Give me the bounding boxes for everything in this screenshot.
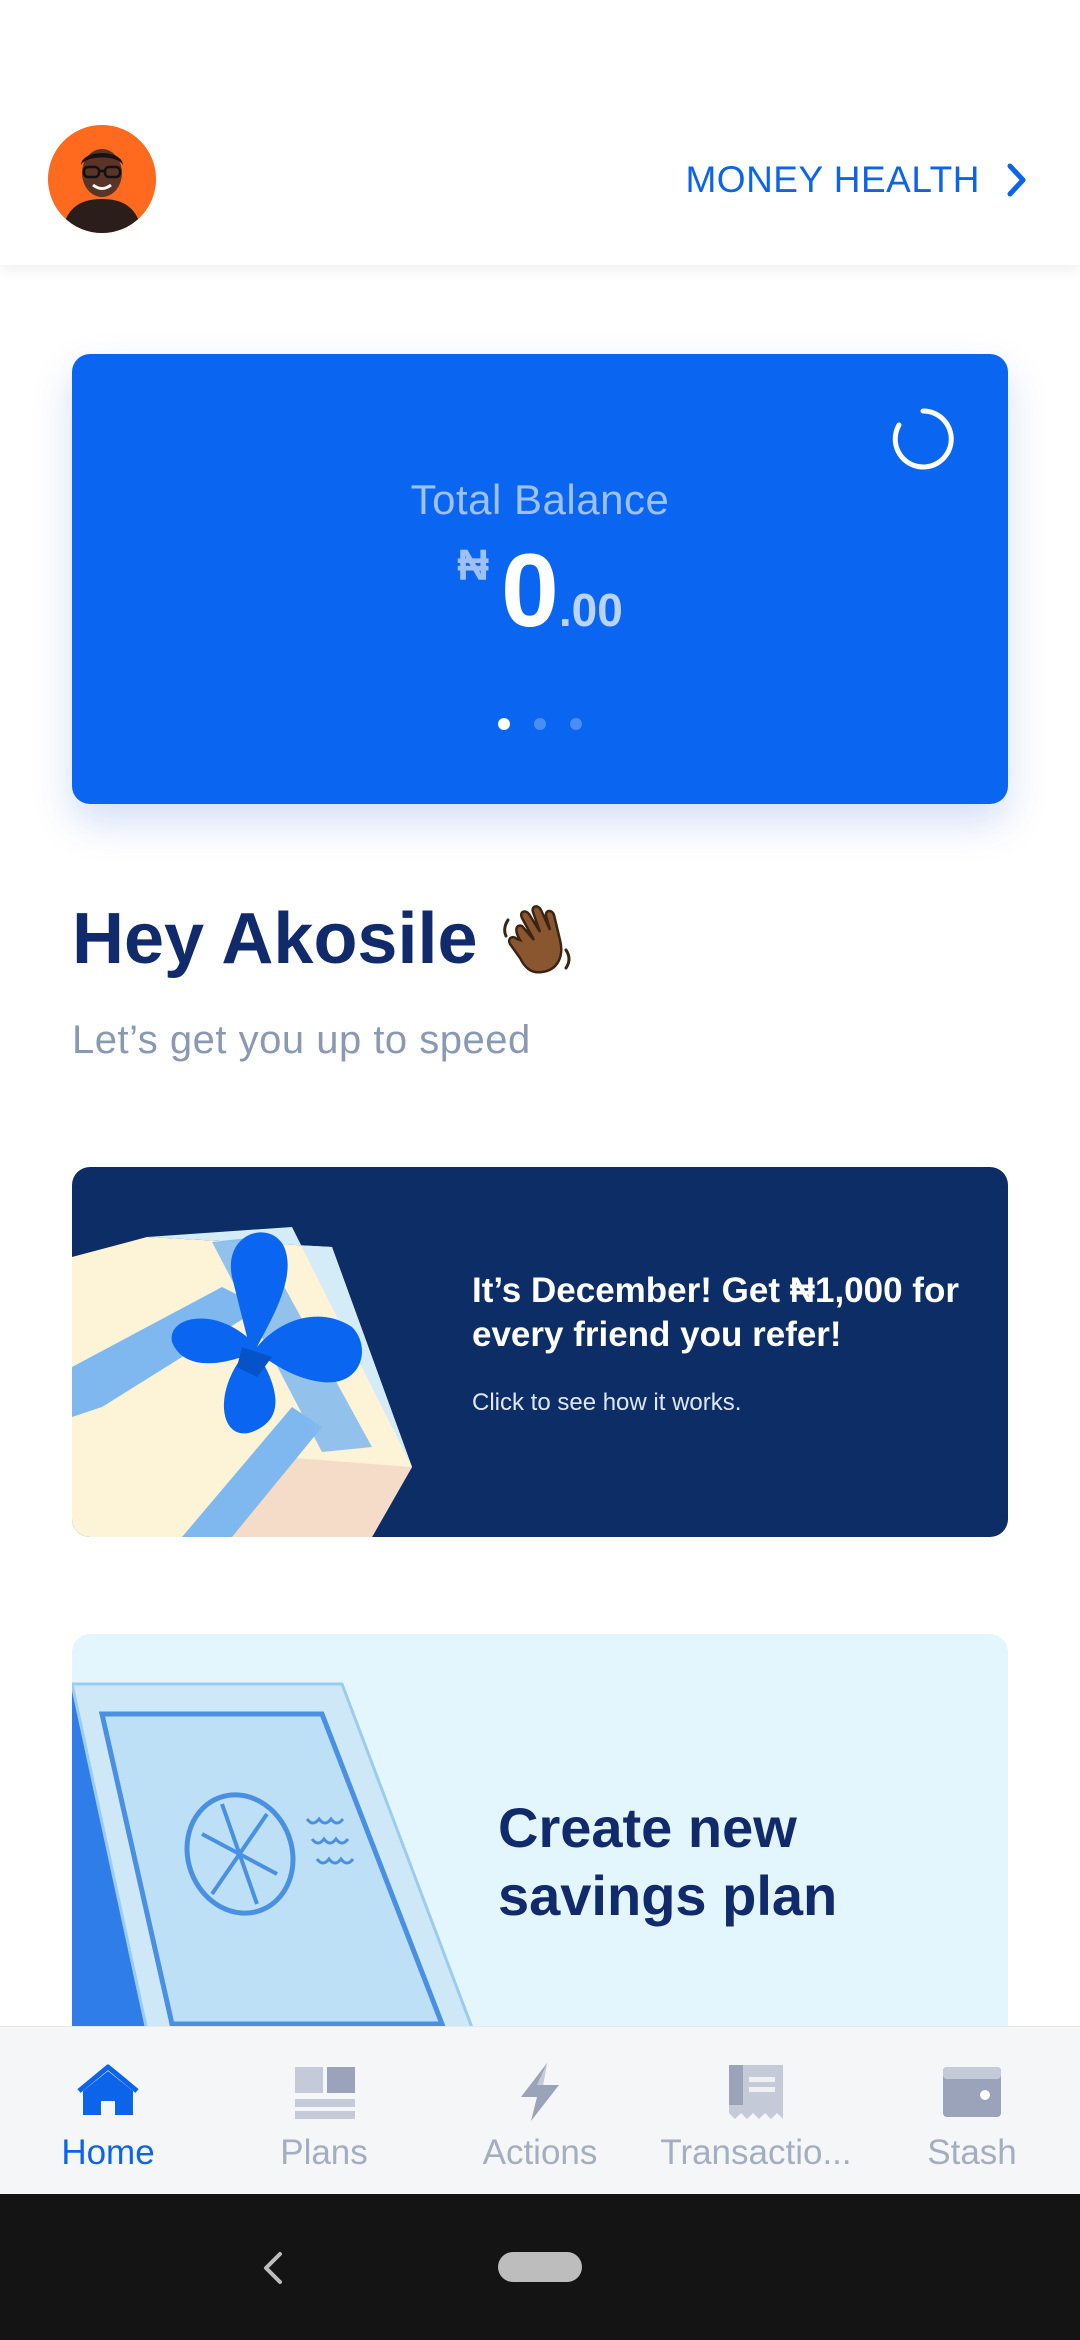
greeting-title: Hey Akosile (72, 899, 478, 979)
vault-illustration (72, 1682, 484, 2054)
pager-dot[interactable] (570, 718, 582, 730)
card-pager (72, 718, 1008, 730)
chevron-right-icon (1007, 163, 1026, 197)
money-health-link[interactable]: MONEY HEALTH (685, 155, 1028, 205)
nav-item-stash[interactable]: Stash (864, 2027, 1080, 2194)
create-savings-card[interactable]: Create new savings plan (72, 1634, 1008, 2054)
greeting-subtitle: Let’s get you up to speed (72, 1018, 531, 1062)
plans-icon (295, 2067, 355, 2119)
balance-label: Total Balance (410, 476, 670, 523)
home-icon (77, 2064, 139, 2115)
pager-dot[interactable] (534, 718, 546, 730)
nav-label: Transactio... (660, 2133, 852, 2172)
balance-amount: ₦ 0.00 (72, 532, 1008, 651)
avatar[interactable] (48, 125, 156, 233)
loading-spinner-icon (892, 408, 954, 470)
nav-item-plans[interactable]: Plans (216, 2027, 432, 2194)
greeting: Hey Akosile (72, 898, 578, 980)
receipt-icon (729, 2065, 783, 2119)
referral-title: It’s December! Get ₦1,000 for every frie… (472, 1271, 959, 1354)
balance-decimal: .00 (558, 584, 623, 636)
money-health-label: MONEY HEALTH (685, 159, 980, 200)
referral-subtitle: Click to see how it works. (472, 1389, 742, 1416)
avatar-image (48, 125, 156, 233)
nav-label: Actions (482, 2133, 598, 2172)
waving-hand-icon (502, 905, 571, 974)
home-screen: MONEY HEALTH Total Balance ₦ 0.00 Hey Ako… (0, 0, 1080, 2340)
nav-label: Plans (280, 2133, 368, 2172)
bottom-nav: Home Plans Actions Transactio... Stash (0, 2026, 1080, 2194)
system-nav-bar (0, 2194, 1080, 2340)
pager-dot[interactable] (498, 718, 510, 730)
top-header: MONEY HEALTH (0, 0, 1080, 265)
nav-label: Stash (927, 2133, 1017, 2172)
referral-banner[interactable]: It’s December! Get ₦1,000 for every frie… (72, 1167, 1008, 1537)
gift-box-illustration (72, 1227, 412, 1537)
nav-item-actions[interactable]: Actions (432, 2027, 648, 2194)
currency-symbol: ₦ (457, 541, 489, 590)
nav-item-transactions[interactable]: Transactio... (648, 2027, 864, 2194)
wallet-icon (943, 2067, 1001, 2117)
lightning-icon (521, 2063, 559, 2121)
nav-label: Home (61, 2133, 155, 2172)
savings-title: Create new savings plan (498, 1796, 838, 1927)
nav-item-home[interactable]: Home (0, 2027, 216, 2194)
home-pill[interactable] (498, 2252, 582, 2282)
back-icon[interactable] (254, 2246, 294, 2290)
balance-card[interactable]: Total Balance ₦ 0.00 (72, 354, 1008, 804)
balance-whole: 0 (500, 533, 559, 649)
